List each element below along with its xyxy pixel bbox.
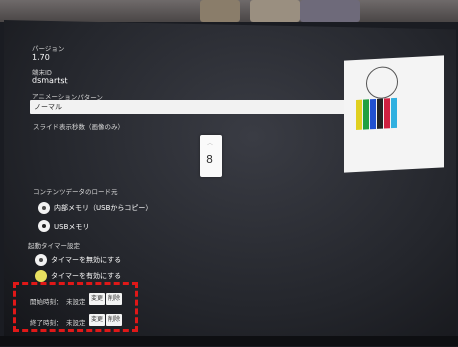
model-value: dsmartst <box>32 75 68 86</box>
radio-usb-memory[interactable] <box>38 220 50 232</box>
logo-graphic <box>366 65 398 100</box>
version-label: バージョン <box>32 44 65 54</box>
slide-seconds-stepper[interactable]: ︿ 8 <box>200 135 222 177</box>
option-usb-memory: USBメモリ <box>54 223 90 231</box>
content-source-label: コンテンツデータのロード元 <box>33 188 118 196</box>
animation-dropdown[interactable]: ノーマル ▼ <box>30 100 355 114</box>
radio-timer-enable[interactable] <box>35 270 47 282</box>
option-timer-disable: タイマーを無効にする <box>51 256 122 264</box>
slide-seconds-value: 8 <box>206 153 213 166</box>
monitor-bezel-bottom <box>0 336 458 346</box>
preview-thumbnail <box>344 55 444 173</box>
monitor-bezel-top <box>0 0 458 22</box>
animation-selected-value: ノーマル <box>34 103 62 111</box>
version-value: 1.70 <box>32 52 50 62</box>
slide-seconds-label: スライド表示秒数（画像のみ） <box>33 123 124 131</box>
timer-setting-label: 起動タイマー設定 <box>28 242 80 250</box>
increment-icon[interactable]: ︿ <box>207 138 213 147</box>
radio-internal-memory[interactable] <box>38 202 50 214</box>
timer-highlight-box <box>13 282 138 332</box>
option-timer-enable: タイマーを有効にする <box>51 272 122 280</box>
color-bars-graphic <box>356 97 406 130</box>
option-internal-memory: 内部メモリ（USBからコピー） <box>54 204 153 212</box>
radio-timer-disable[interactable] <box>35 254 47 266</box>
